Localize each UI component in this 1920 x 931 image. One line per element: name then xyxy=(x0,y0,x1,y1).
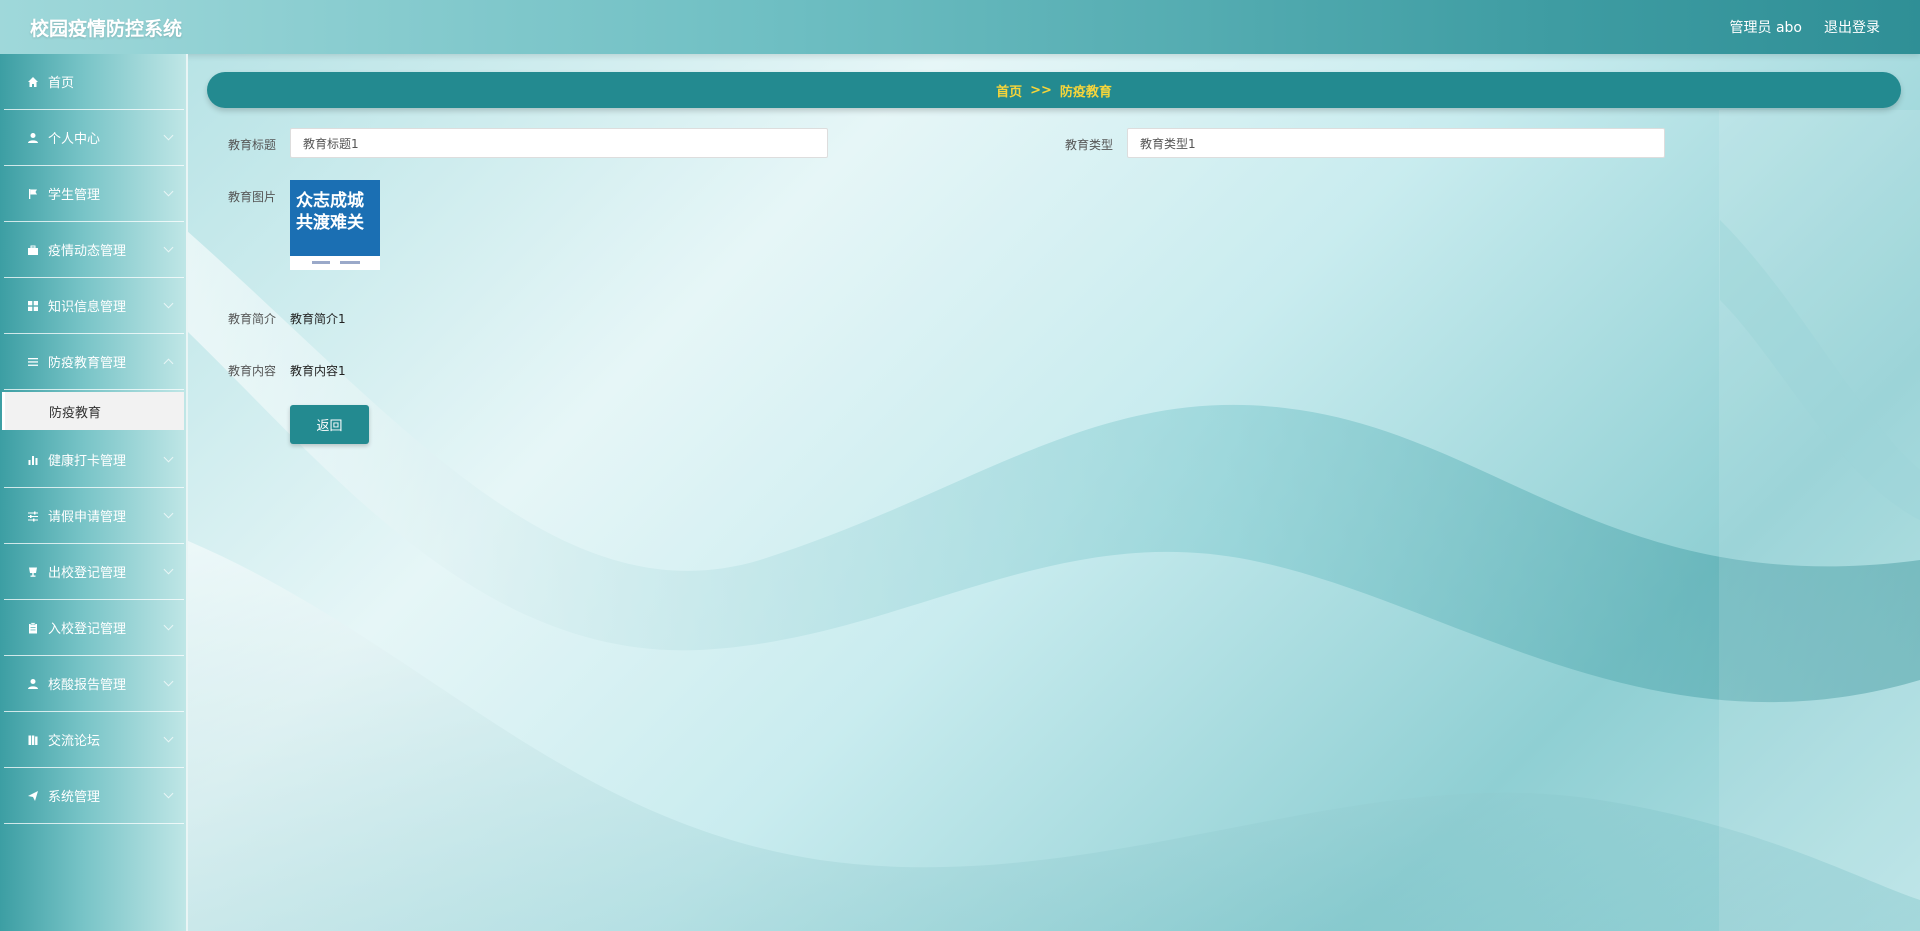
sidebar-item-knowledge[interactable]: 知识信息管理 xyxy=(4,278,184,334)
sidebar: 首页 个人中心 学生管理 疫情动态管理 知识信息管理 防疫教育管理 防疫教育 健… xyxy=(0,54,188,931)
sliders-icon xyxy=(26,509,40,523)
chevron-down-icon xyxy=(163,564,174,575)
summary-value: 教育简介1 xyxy=(290,312,346,326)
flag-icon xyxy=(26,187,40,201)
breadcrumb-separator: >> xyxy=(1030,82,1052,98)
grid-icon xyxy=(26,299,40,313)
title-label: 教育标题 xyxy=(228,138,277,152)
header-actions: 管理员 abo 退出登录 xyxy=(1730,17,1880,37)
chevron-down-icon xyxy=(163,130,174,141)
app-title: 校园疫情防控系统 xyxy=(30,18,183,40)
sidebar-item-label: 知识信息管理 xyxy=(48,300,127,315)
poster-text: 众志成城 共渡难关 xyxy=(296,191,364,233)
home-icon xyxy=(26,75,40,89)
sidebar-item-epidemic-news[interactable]: 疫情动态管理 xyxy=(4,222,184,278)
sidebar-item-label: 系统管理 xyxy=(48,790,101,805)
chevron-down-icon xyxy=(163,298,174,309)
current-user-label[interactable]: 管理员 abo xyxy=(1730,17,1802,37)
sidebar-item-label: 学生管理 xyxy=(48,188,101,203)
sidebar-item-label: 出校登记管理 xyxy=(48,566,127,581)
sidebar-item-system-management[interactable]: 系统管理 xyxy=(4,768,184,824)
sidebar-item-health-checkin[interactable]: 健康打卡管理 xyxy=(4,432,184,488)
sidebar-item-entry-registration[interactable]: 入校登记管理 xyxy=(4,600,184,656)
sidebar-item-label: 个人中心 xyxy=(48,132,101,147)
sidebar-item-label: 疫情动态管理 xyxy=(48,244,127,259)
sidebar-item-exit-registration[interactable]: 出校登记管理 xyxy=(4,544,184,600)
sidebar-item-label: 核酸报告管理 xyxy=(48,678,127,693)
chevron-down-icon xyxy=(163,732,174,743)
sidebar-item-label: 首页 xyxy=(48,76,75,91)
sidebar-item-nucleic-report[interactable]: 核酸报告管理 xyxy=(4,656,184,712)
sidebar-item-forum[interactable]: 交流论坛 xyxy=(4,712,184,768)
chevron-down-icon xyxy=(163,676,174,687)
sidebar-subitem-prevention-education[interactable]: 防疫教育 xyxy=(2,392,184,430)
user-icon xyxy=(26,131,40,145)
chevron-down-icon xyxy=(163,242,174,253)
chevron-down-icon xyxy=(163,508,174,519)
book-icon xyxy=(26,733,40,747)
chevron-down-icon xyxy=(163,788,174,799)
sidebar-item-student-management[interactable]: 学生管理 xyxy=(4,166,184,222)
user-icon xyxy=(26,677,40,691)
briefcase-icon xyxy=(26,243,40,257)
send-icon xyxy=(26,789,40,803)
sidebar-item-label: 请假申请管理 xyxy=(48,510,127,525)
bar-chart-icon xyxy=(26,453,40,467)
sidebar-item-personal-center[interactable]: 个人中心 xyxy=(4,110,184,166)
sidebar-item-label: 入校登记管理 xyxy=(48,622,127,637)
clipboard-icon xyxy=(26,621,40,635)
content-value: 教育内容1 xyxy=(290,364,346,378)
content-label: 教育内容 xyxy=(228,364,277,378)
sidebar-item-label: 防疫教育管理 xyxy=(48,356,127,371)
type-label: 教育类型 xyxy=(1065,138,1114,152)
sidebar-item-label: 交流论坛 xyxy=(48,734,101,749)
breadcrumb: 首页 >> 防疫教育 xyxy=(207,72,1901,108)
top-header: 校园疫情防控系统 管理员 abo 退出登录 xyxy=(0,0,1920,54)
logout-link[interactable]: 退出登录 xyxy=(1824,17,1880,37)
education-image[interactable]: 众志成城 共渡难关 xyxy=(290,180,380,270)
sidebar-item-label: 健康打卡管理 xyxy=(48,454,127,469)
poster-footer xyxy=(290,256,380,270)
chevron-up-icon xyxy=(163,358,174,369)
chevron-down-icon xyxy=(163,452,174,463)
sidebar-item-prevention-education[interactable]: 防疫教育管理 xyxy=(4,334,184,390)
back-button[interactable]: 返回 xyxy=(290,405,369,444)
breadcrumb-current: 防疫教育 xyxy=(1059,84,1112,100)
detail-panel xyxy=(188,110,1719,931)
summary-label: 教育简介 xyxy=(228,312,277,326)
sidebar-item-home[interactable]: 首页 xyxy=(4,54,184,110)
title-input[interactable] xyxy=(290,128,828,158)
chevron-down-icon xyxy=(163,620,174,631)
chevron-down-icon xyxy=(163,186,174,197)
breadcrumb-home[interactable]: 首页 xyxy=(996,81,1022,100)
type-input[interactable] xyxy=(1127,128,1665,158)
sidebar-item-leave-request[interactable]: 请假申请管理 xyxy=(4,488,184,544)
image-label: 教育图片 xyxy=(228,190,277,204)
list-icon xyxy=(26,355,40,369)
cup-icon xyxy=(26,565,40,579)
